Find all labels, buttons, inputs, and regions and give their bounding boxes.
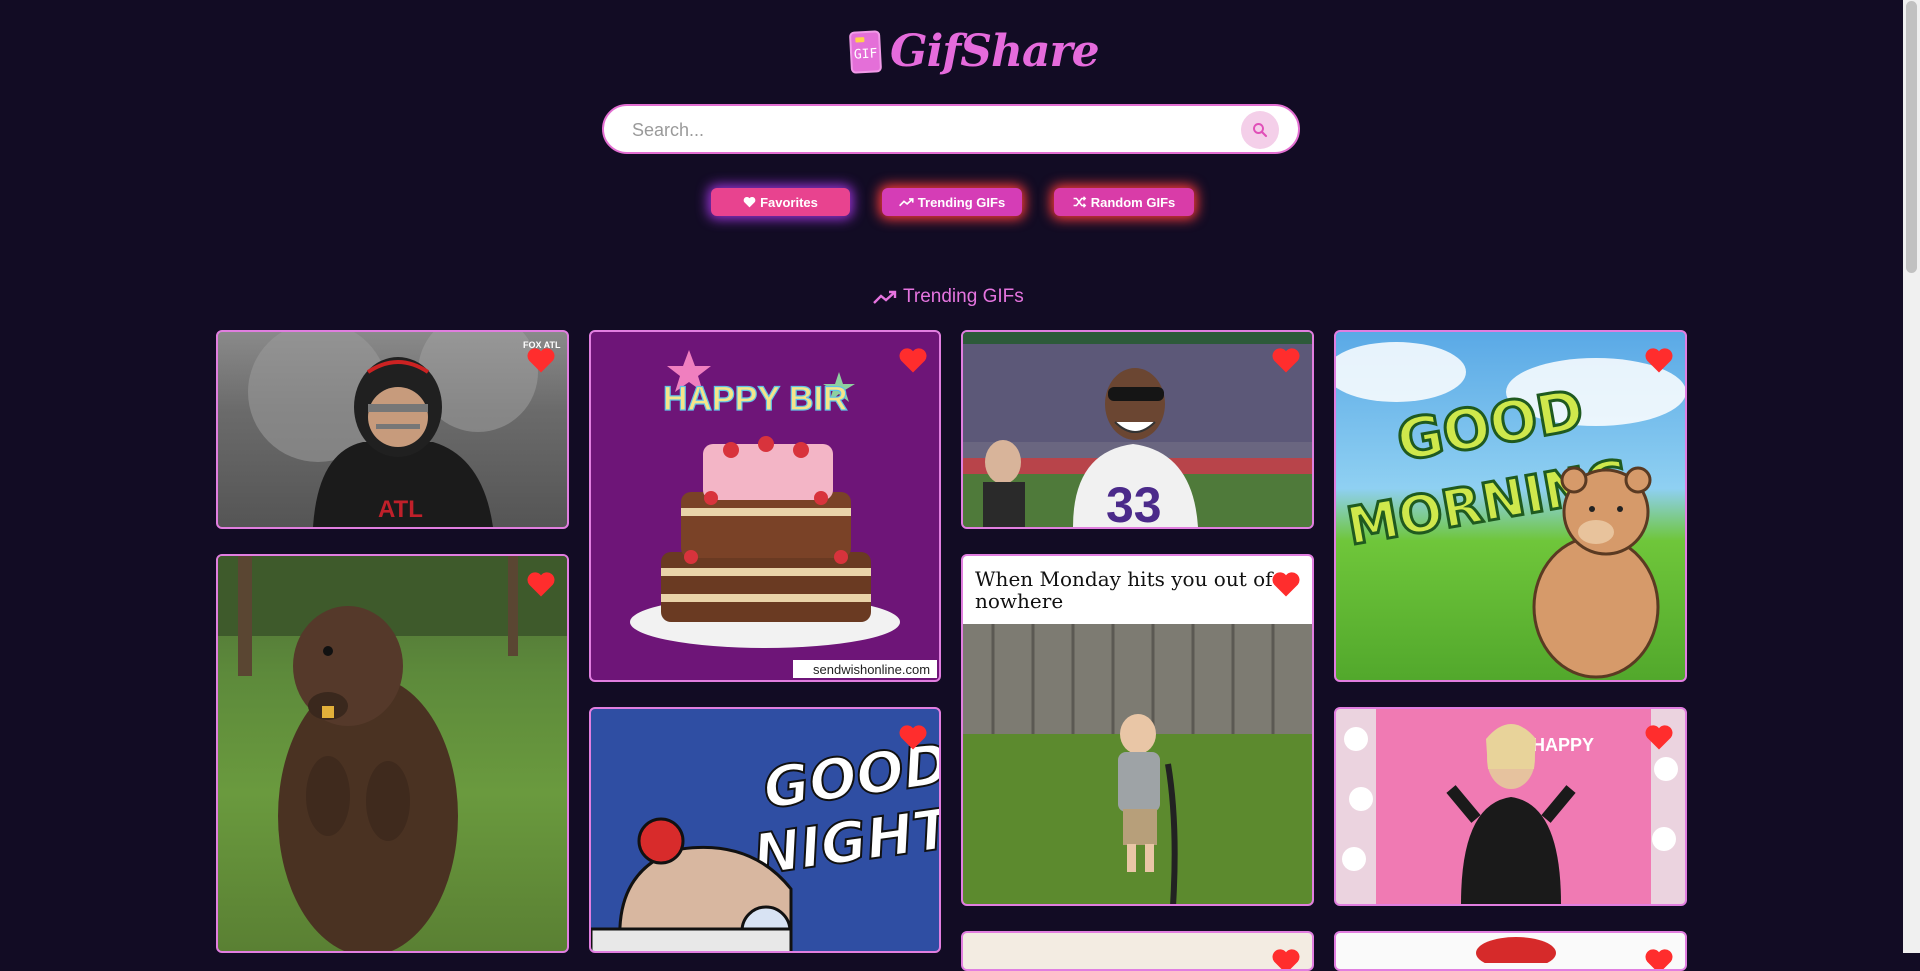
birthday-cake-text: HAPPY BIR — [663, 380, 848, 418]
gif-logo-icon: GIF — [848, 29, 883, 74]
gif-card-birthday-cake[interactable]: HAPPY BIR sendwishonline.com — [589, 330, 941, 682]
favorite-heart-icon[interactable] — [526, 570, 556, 598]
search-bar — [602, 104, 1300, 154]
shuffle-icon — [1073, 196, 1086, 208]
gif-card-partial-3[interactable] — [961, 931, 1314, 971]
partial-card-image — [1476, 937, 1556, 963]
vikings-player-image: 33 — [963, 332, 1312, 527]
search-input[interactable] — [630, 106, 1234, 154]
favorite-heart-icon[interactable] — [1644, 723, 1674, 751]
scrollbar-thumb[interactable] — [1906, 1, 1917, 273]
birthday-cake-image: HAPPY BIR sendwishonline.com — [630, 350, 937, 678]
favorite-heart-icon[interactable] — [898, 723, 928, 751]
gif-card-good-night[interactable]: GOOD NIGHT — [589, 707, 941, 953]
vikings-jersey-text: 33 — [1106, 477, 1162, 527]
monday-toddler-image — [963, 624, 1312, 904]
logo-icon-label: GIF — [853, 45, 878, 62]
section-heading: Trending GIFs — [873, 286, 1024, 308]
falcons-player-image: ATL FOX ATL — [248, 332, 561, 527]
search-button[interactable] — [1241, 111, 1279, 149]
favorite-heart-icon[interactable] — [1271, 947, 1301, 971]
good-night-image: GOOD NIGHT — [591, 731, 939, 951]
gif-card-happy-woman[interactable]: HAPPY — [1334, 707, 1687, 906]
search-icon — [1253, 123, 1268, 138]
favorite-heart-icon[interactable] — [1271, 346, 1301, 374]
app-logo[interactable]: GIF GifShare — [848, 26, 1100, 77]
favorite-heart-icon[interactable] — [1644, 346, 1674, 374]
random-gifs-label: Random GIFs — [1090, 194, 1176, 210]
happy-woman-image: HAPPY — [1336, 709, 1685, 904]
favorites-button[interactable]: Favorites — [711, 188, 850, 216]
page-scrollbar[interactable] — [1903, 0, 1920, 953]
favorite-heart-icon[interactable] — [898, 346, 928, 374]
favorites-label: Favorites — [760, 194, 818, 210]
favorite-heart-icon[interactable] — [1644, 947, 1674, 971]
trending-gifs-label: Trending GIFs — [917, 194, 1006, 210]
gif-card-monday-toddler[interactable]: When Monday hits you out of nowhere — [961, 554, 1314, 906]
trending-up-icon — [873, 290, 897, 304]
gif-card-falcons-player[interactable]: ATL FOX ATL — [216, 330, 569, 529]
favorite-heart-icon[interactable] — [1271, 570, 1301, 598]
trending-gifs-button[interactable]: Trending GIFs — [882, 188, 1022, 216]
random-gifs-button[interactable]: Random GIFs — [1054, 188, 1194, 216]
gif-card-good-morning[interactable]: GOOD MORNING — [1334, 330, 1687, 682]
falcons-jersey-text: ATL — [378, 496, 423, 523]
monday-caption: When Monday hits you out of nowhere — [975, 567, 1273, 613]
section-title: Trending GIFs — [903, 286, 1024, 307]
gif-card-vikings-player[interactable]: 33 — [961, 330, 1314, 529]
trending-up-icon — [898, 198, 914, 207]
gif-card-beaver[interactable] — [216, 554, 569, 953]
gif-card-partial-4[interactable] — [1334, 931, 1687, 971]
birthday-watermark-text: sendwishonline.com — [813, 662, 930, 677]
beaver-image — [218, 556, 567, 951]
happy-text: HAPPY — [1532, 735, 1594, 755]
app-title: GifShare — [890, 26, 1100, 77]
good-morning-image: GOOD MORNING — [1336, 342, 1685, 679]
heart-icon — [743, 196, 756, 208]
favorite-heart-icon[interactable] — [526, 346, 556, 374]
